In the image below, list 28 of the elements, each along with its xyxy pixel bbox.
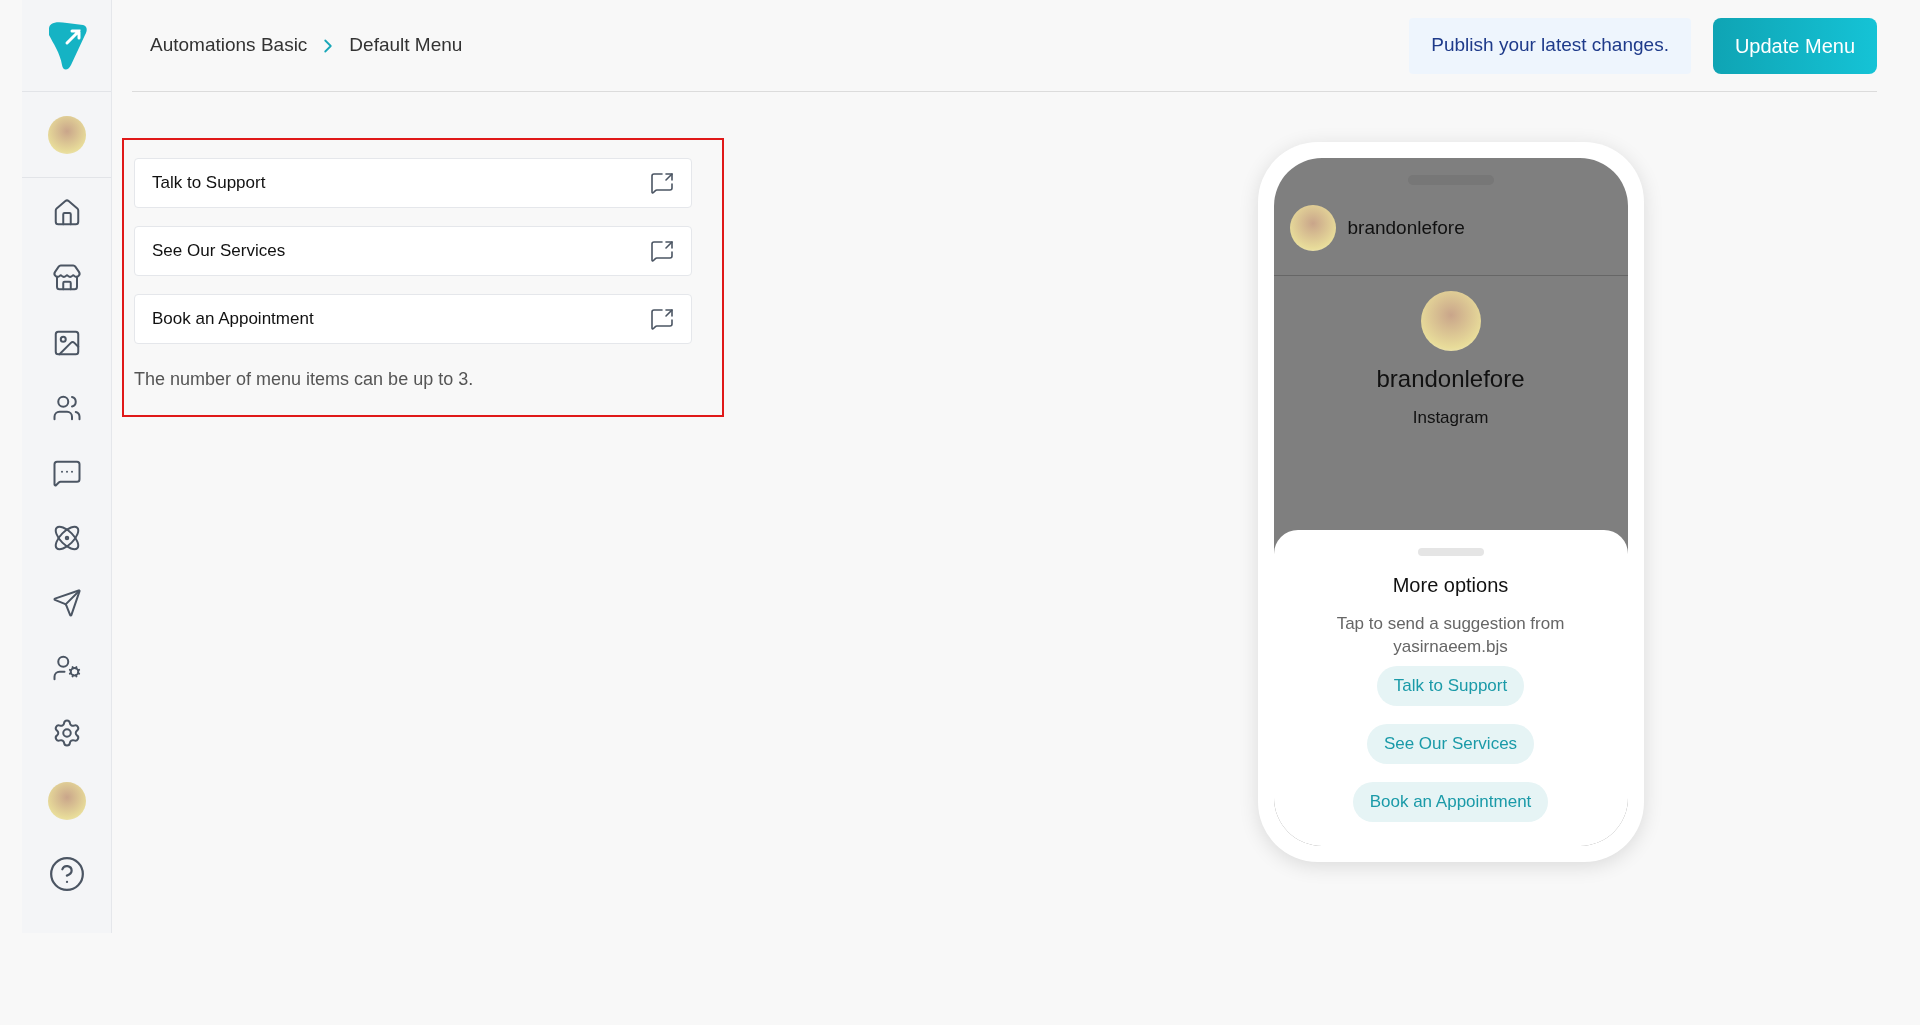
sheet-title: More options bbox=[1392, 573, 1509, 598]
users-icon[interactable] bbox=[51, 393, 82, 423]
breadcrumb-item[interactable]: Automations Basic bbox=[150, 31, 308, 60]
menu-item-label: See Our Services bbox=[152, 240, 286, 263]
menu-item-row[interactable]: Book an Appointment bbox=[134, 294, 692, 344]
avatar bbox=[1289, 205, 1336, 251]
avatar bbox=[47, 115, 86, 154]
send-icon[interactable] bbox=[51, 588, 82, 618]
menu-item-label: Book an Appointment bbox=[152, 308, 314, 331]
profile-platform: Instagram bbox=[1412, 407, 1489, 429]
menu-limit-note: The number of menu items can be up to 3. bbox=[134, 368, 475, 391]
help-icon[interactable] bbox=[47, 855, 86, 893]
sheet-subtitle: Tap to send a suggestion from yasirnaeem.bjs bbox=[1335, 613, 1566, 658]
message-share-icon[interactable] bbox=[650, 307, 674, 331]
publish-notice: Publish your latest changes. bbox=[1409, 17, 1691, 74]
user-settings-icon[interactable] bbox=[51, 653, 82, 683]
chat-icon[interactable] bbox=[51, 458, 82, 488]
menu-item-row[interactable]: See Our Services bbox=[134, 226, 692, 276]
username: brandonlefore bbox=[1347, 215, 1465, 240]
store-icon[interactable] bbox=[51, 263, 82, 293]
menu-item-label: Talk to Support bbox=[152, 172, 266, 195]
profile-name: brandonlefore bbox=[1376, 364, 1525, 394]
message-share-icon[interactable] bbox=[650, 239, 674, 263]
breadcrumb-item: Default Menu bbox=[349, 33, 463, 58]
menu-item-row[interactable]: Talk to Support bbox=[134, 158, 692, 208]
message-share-icon[interactable] bbox=[650, 171, 674, 195]
avatar bbox=[47, 782, 86, 820]
sheet-handle[interactable] bbox=[1417, 548, 1484, 556]
